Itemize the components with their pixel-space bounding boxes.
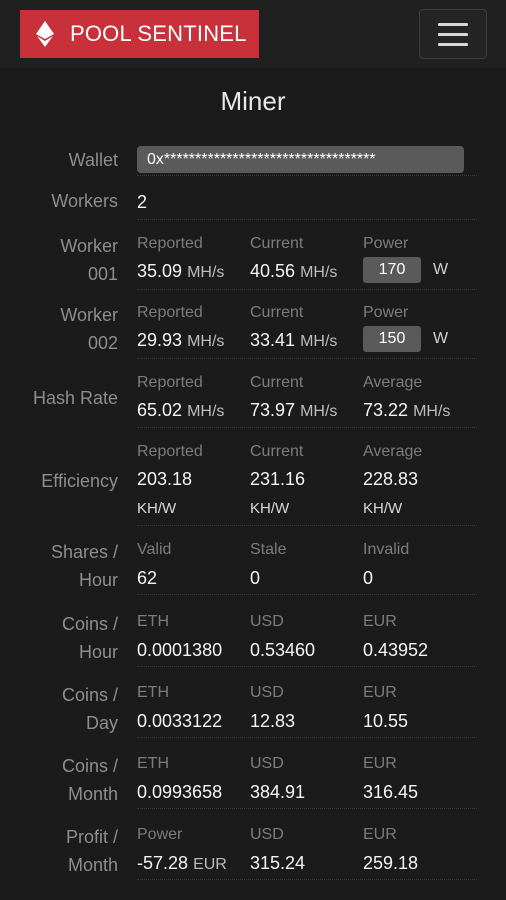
eur-header: EUR: [363, 826, 397, 843]
hash-rate-reported: 65.02 MH/s: [137, 400, 225, 420]
eur-header: EUR: [363, 755, 397, 772]
efficiency-reported: 203.18: [137, 469, 193, 489]
worker-002-power-input[interactable]: 150: [363, 326, 421, 352]
shares-hour-label-2: Hour: [78, 570, 118, 590]
worker-001-power-input[interactable]: 170: [363, 257, 421, 283]
coins-day-label-2: Day: [85, 713, 118, 733]
coins-month-eur: 316.45: [363, 782, 419, 802]
worker-002-current: 33.41 MH/s: [250, 330, 338, 350]
efficiency-unit: KH/W: [250, 500, 290, 517]
wallet-label: Wallet: [68, 150, 118, 170]
worker-001-id: 001: [87, 264, 118, 284]
worker-002-power: 150 W: [363, 326, 448, 352]
coins-month-eth: 0.0993658: [137, 782, 223, 802]
workers-count: 2: [137, 192, 148, 212]
current-header: Current: [250, 304, 304, 321]
usd-header: USD: [250, 755, 284, 772]
shares-stale: 0: [250, 568, 261, 588]
average-header: Average: [363, 443, 423, 460]
eur-header: EUR: [363, 684, 397, 701]
workers-label: Workers: [51, 191, 118, 211]
coins-hour-label: Coins /: [61, 614, 118, 634]
ethereum-diamond-icon: [36, 21, 54, 47]
coins-hour-usd: 0.53460: [250, 640, 316, 660]
brand-logo[interactable]: POOL SENTINEL: [20, 10, 259, 58]
coins-hour-eur: 0.43952: [363, 640, 429, 660]
coins-hour-eth: 0.0001380: [137, 640, 223, 660]
profit-month-eur: 259.18: [363, 853, 419, 873]
wallet-address-field[interactable]: 0x**********************************: [137, 146, 464, 173]
efficiency-unit: KH/W: [363, 500, 403, 517]
reported-header: Reported: [137, 374, 203, 391]
coins-day-label: Coins /: [61, 685, 118, 705]
eur-header: EUR: [363, 613, 397, 630]
efficiency-unit: KH/W: [137, 500, 177, 517]
coins-month-label: Coins /: [61, 756, 118, 776]
current-header: Current: [250, 235, 304, 252]
coins-hour-label-2: Hour: [78, 642, 118, 662]
worker-001-power: 170 W: [363, 257, 448, 283]
top-navbar: POOL SENTINEL: [0, 0, 506, 68]
hash-rate-label: Hash Rate: [32, 388, 118, 408]
reported-header: Reported: [137, 443, 203, 460]
eth-header: ETH: [137, 613, 169, 630]
usd-header: USD: [250, 613, 284, 630]
worker-002-label: Worker: [60, 305, 118, 325]
efficiency-label: Efficiency: [41, 471, 118, 491]
coins-month-label-2: Month: [67, 784, 118, 804]
worker-002-id: 002: [87, 333, 118, 353]
efficiency-average: 228.83: [363, 469, 419, 489]
stale-header: Stale: [250, 541, 287, 558]
page-title: Miner: [220, 86, 286, 116]
coins-day-usd: 12.83: [250, 711, 296, 731]
reported-header: Reported: [137, 304, 203, 321]
coins-day-eth: 0.0033122: [137, 711, 223, 731]
hash-rate-average: 73.22 MH/s: [363, 400, 451, 420]
profit-month-power: -57.28 EUR: [137, 853, 227, 873]
eth-header: ETH: [137, 755, 169, 772]
power-header: Power: [363, 304, 409, 321]
reported-header: Reported: [137, 235, 203, 252]
profit-month-usd: 315.24: [250, 853, 306, 873]
shares-invalid: 0: [363, 568, 374, 588]
eth-header: ETH: [137, 684, 169, 701]
power-header: Power: [363, 235, 409, 252]
shares-valid: 62: [137, 568, 158, 588]
profit-month-label: Profit /: [65, 827, 118, 847]
invalid-header: Invalid: [363, 541, 410, 558]
worker-001-reported: 35.09 MH/s: [137, 261, 225, 281]
profit-month-label-2: Month: [67, 855, 118, 875]
coins-day-eur: 10.55: [363, 711, 409, 731]
current-header: Current: [250, 443, 304, 460]
coins-month-usd: 384.91: [250, 782, 306, 802]
hash-rate-current: 73.97 MH/s: [250, 400, 338, 420]
worker-002-reported: 29.93 MH/s: [137, 330, 225, 350]
usd-header: USD: [250, 684, 284, 701]
usd-header: USD: [250, 826, 284, 843]
brand-name: POOL SENTINEL: [70, 21, 247, 46]
valid-header: Valid: [137, 541, 172, 558]
shares-hour-label: Shares /: [50, 542, 118, 562]
current-header: Current: [250, 374, 304, 391]
average-header: Average: [363, 374, 423, 391]
worker-001-label: Worker: [60, 236, 118, 256]
hamburger-menu-icon[interactable]: [419, 9, 487, 59]
power-header: Power: [137, 826, 183, 843]
efficiency-current: 231.16: [250, 469, 306, 489]
worker-001-current: 40.56 MH/s: [250, 261, 338, 281]
